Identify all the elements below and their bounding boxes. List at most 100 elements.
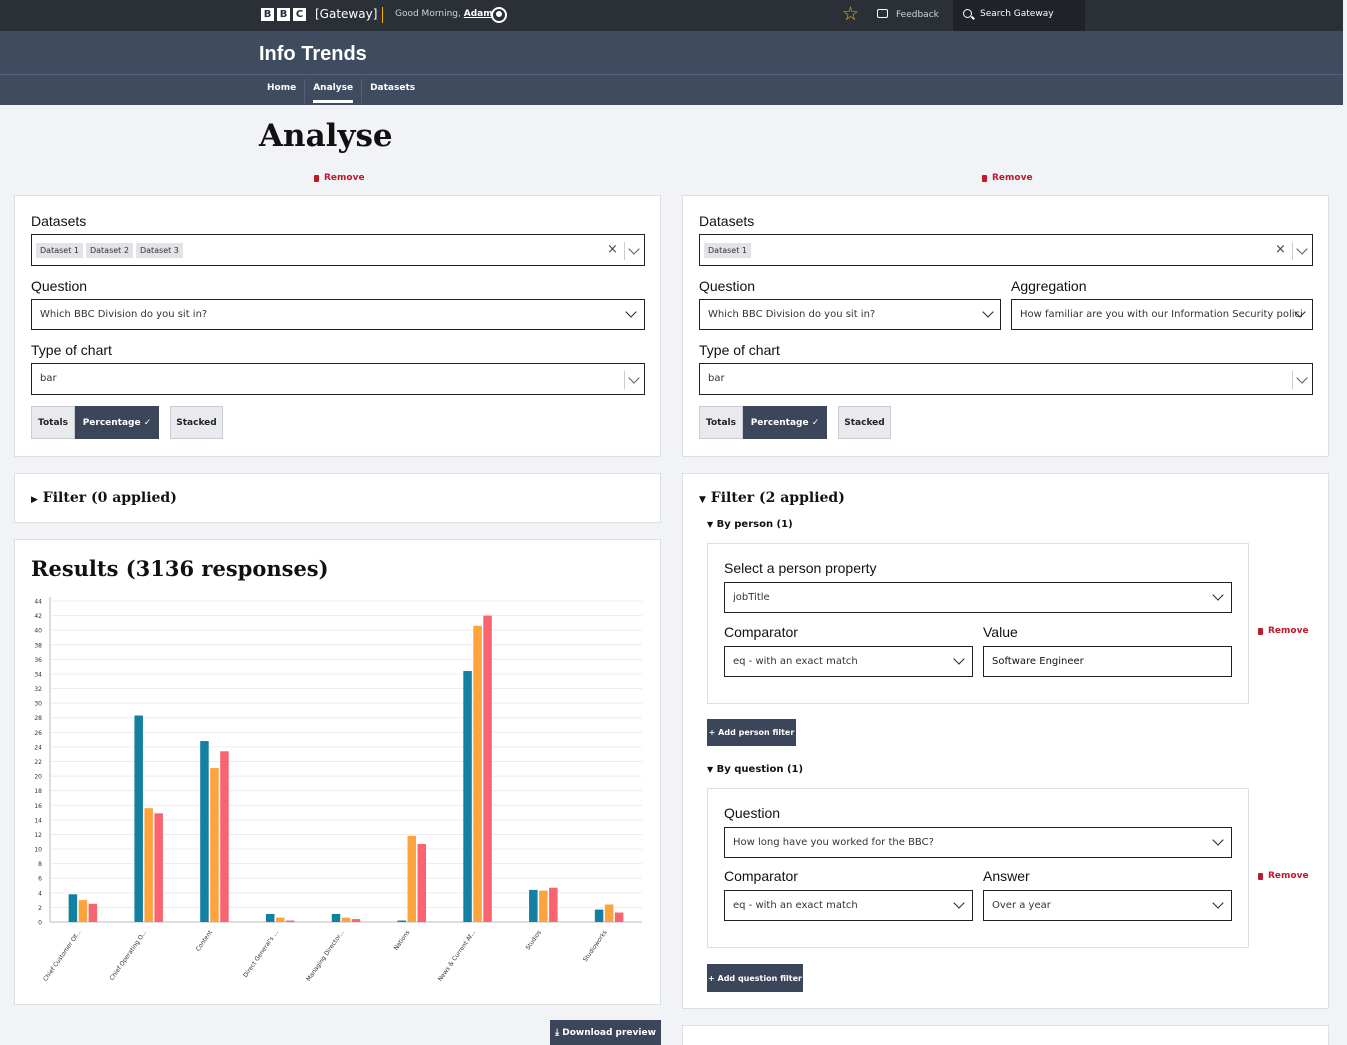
percentage-toggle[interactable]: Percentage ✓ [743, 406, 827, 439]
remove-label: Remove [992, 173, 1033, 183]
value-input[interactable]: Software Engineer [983, 646, 1232, 677]
datasets-multiselect[interactable]: Dataset 1 × [699, 234, 1313, 266]
dataset-tag[interactable]: Dataset 1 [36, 243, 83, 258]
chart-type-select[interactable]: bar [31, 363, 645, 395]
separator [624, 371, 625, 389]
user-name-link[interactable]: Adam [464, 9, 493, 19]
star-icon[interactable]: ☆ [842, 3, 859, 25]
stacked-toggle[interactable]: Stacked [838, 406, 891, 439]
filter-toggle[interactable]: ▶ Filter (0 applied) [31, 490, 177, 506]
question-filter-value: How long have you worked for the BBC? [733, 837, 934, 848]
comparator-select[interactable]: eq - with an exact match [724, 646, 973, 677]
percentage-toggle[interactable]: Percentage ✓ [75, 406, 159, 439]
aggregation-select[interactable]: How familiar are you with our Informatio… [1011, 299, 1313, 330]
by-person-toggle[interactable]: ▼ By person (1) [707, 519, 793, 530]
x-tick-label: Studioworks [582, 929, 609, 963]
comparator-label: Comparator [724, 868, 798, 884]
y-tick-label: 14 [34, 817, 42, 824]
x-tick-label: Nations [393, 929, 412, 952]
logo-letter-1: B [261, 8, 274, 21]
remove-label: Remove [324, 173, 365, 183]
bar [614, 912, 624, 922]
trash-icon [1258, 627, 1263, 635]
search-input[interactable]: Search Gateway [980, 9, 1054, 19]
caret-down-icon: ▼ [707, 520, 714, 529]
bar [604, 904, 614, 922]
chart-type-select[interactable]: bar [699, 363, 1313, 395]
add-question-filter-button[interactable]: + Add question filter [707, 964, 803, 992]
chevron-down-icon [1212, 834, 1224, 846]
comparator-select[interactable]: eq - with an exact match [724, 890, 973, 921]
question-filter-select[interactable]: How long have you worked for the BBC? [724, 827, 1232, 858]
stacked-toggle[interactable]: Stacked [170, 406, 223, 439]
y-tick-label: 28 [34, 715, 42, 722]
dataset-tag[interactable]: Dataset 3 [135, 243, 183, 258]
remove-person-filter[interactable]: Remove [1258, 626, 1309, 636]
clear-icon[interactable]: × [1275, 242, 1286, 257]
answer-select[interactable]: Over a year [983, 890, 1232, 921]
comparator-label: Comparator [724, 624, 798, 640]
filter-toggle[interactable]: ▼ Filter (2 applied) [699, 490, 845, 506]
bar [210, 768, 219, 922]
right-config-card: Datasets Dataset 1 × Question Which BBC … [682, 195, 1329, 457]
x-tick-label: News & Current Af... [437, 929, 477, 983]
totals-toggle[interactable]: Totals [31, 406, 75, 439]
person-property-select[interactable]: jobTitle [724, 582, 1232, 613]
remove-right-panel[interactable]: Remove [982, 173, 1033, 183]
stacked-label: Stacked [844, 417, 885, 428]
x-tick-label: Managing Director... [305, 929, 346, 983]
user-icon[interactable] [491, 7, 507, 23]
clear-icon[interactable]: × [607, 242, 618, 257]
caret-right-icon: ▶ [31, 495, 38, 505]
main-nav: Home Analyse Datasets [259, 79, 423, 103]
dataset-tag[interactable]: Dataset 1 [704, 243, 751, 258]
totals-toggle[interactable]: Totals [699, 406, 743, 439]
chevron-down-icon[interactable] [1296, 243, 1308, 255]
remove-question-filter[interactable]: Remove [1258, 871, 1309, 881]
by-question-label: By question (1) [716, 764, 804, 775]
chevron-down-icon [1212, 589, 1224, 601]
page-title: Analyse [259, 118, 393, 154]
dataset-tag[interactable]: Dataset 2 [85, 243, 133, 258]
left-config-card: Datasets Dataset 1 Dataset 2 Dataset 3 ×… [14, 195, 661, 457]
search-icon[interactable] [963, 9, 972, 18]
nav-datasets[interactable]: Datasets [362, 79, 423, 103]
y-tick-label: 0 [38, 920, 42, 927]
remove-left-panel[interactable]: Remove [314, 173, 365, 183]
trash-icon [314, 174, 319, 182]
caret-down-icon: ▼ [707, 765, 714, 774]
datasets-multiselect[interactable]: Dataset 1 Dataset 2 Dataset 3 × [31, 234, 645, 266]
y-tick-label: 16 [34, 803, 42, 810]
question-select[interactable]: Which BBC Division do you sit in? [31, 299, 645, 330]
add-person-filter-button[interactable]: + Add person filter [707, 719, 796, 746]
next-card [682, 1025, 1329, 1045]
add-question-filter-label: Add question filter [717, 973, 802, 983]
chevron-down-icon[interactable] [628, 243, 640, 255]
bar [407, 835, 417, 922]
y-tick-label: 8 [38, 861, 42, 868]
bbc-logo[interactable]: B B C [261, 8, 306, 21]
results-bar-chart: 0246810121416182022242628303234363840424… [34, 597, 642, 983]
bar [285, 920, 295, 922]
nav-home[interactable]: Home [259, 79, 306, 103]
gateway-label[interactable]: [Gateway] [315, 7, 377, 21]
bar [265, 913, 275, 922]
y-tick-label: 4 [38, 890, 42, 897]
feedback-link[interactable]: Feedback [896, 10, 939, 20]
question-select[interactable]: Which BBC Division do you sit in? [699, 299, 1001, 330]
value-text: Software Engineer [992, 656, 1084, 667]
bar [88, 903, 98, 922]
download-preview-button[interactable]: ⤓ Download preview [550, 1020, 661, 1045]
app-title[interactable]: Info Trends [259, 43, 367, 66]
bar [78, 900, 88, 922]
chart-type-label: Type of chart [31, 342, 112, 358]
bar [473, 625, 482, 922]
percentage-label: Percentage [750, 417, 809, 428]
datasets-label: Datasets [699, 213, 755, 229]
feedback-icon[interactable] [877, 9, 888, 18]
question-filter-box: Question How long have you worked for th… [707, 788, 1249, 948]
bar [341, 917, 351, 922]
bar [68, 894, 78, 922]
nav-analyse[interactable]: Analyse [305, 79, 363, 103]
by-question-toggle[interactable]: ▼ By question (1) [707, 764, 803, 775]
